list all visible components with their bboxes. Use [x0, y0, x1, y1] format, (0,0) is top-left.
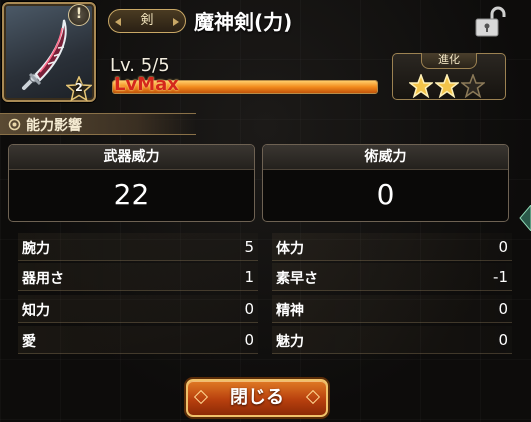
star-filled-icon: [409, 74, 433, 98]
close-button[interactable]: 閉じる: [186, 379, 328, 417]
magic-power-label: 術威力: [263, 145, 508, 170]
stat-value: 5: [244, 238, 254, 256]
stat-name: 魅力: [276, 334, 304, 350]
stat-row: 素早さ -1: [272, 263, 512, 291]
level-text: Lv. 5/5: [110, 55, 170, 76]
stat-name: 腕力: [22, 241, 50, 257]
evolution-stars: [409, 74, 485, 98]
stat-row: 体力 0: [272, 233, 512, 261]
weapon-power-value: 22: [113, 178, 150, 211]
info-icon[interactable]: !: [68, 4, 90, 26]
stat-name: 愛: [22, 334, 36, 350]
weapon-name: 魔神剣(力): [194, 10, 293, 34]
rarity-star-icon: 2: [65, 75, 93, 102]
stat-value: 0: [498, 238, 508, 256]
stat-name: 知力: [22, 303, 50, 319]
rarity-value: 2: [75, 81, 83, 94]
stat-row: 器用さ 1: [18, 263, 258, 291]
stat-name: 体力: [276, 241, 304, 257]
weapon-type-tag: 剣: [108, 9, 186, 33]
evolution-title: 進化: [421, 53, 477, 69]
star-filled-icon: [435, 74, 459, 98]
evolution-panel: 進化: [392, 53, 506, 100]
side-scroll-marker-icon: [519, 205, 531, 231]
stat-row: 魅力 0: [272, 326, 512, 354]
lock-icon[interactable]: [474, 6, 508, 38]
stat-value: 1: [244, 268, 254, 286]
weapon-power-label: 武器威力: [9, 145, 254, 170]
stat-value: 0: [244, 331, 254, 349]
close-button-label: 閉じる: [230, 387, 284, 408]
weapon-power-panel: 武器威力 22: [8, 144, 255, 222]
stat-row: 腕力 5: [18, 233, 258, 261]
level-max-label: LvMax: [114, 74, 179, 95]
stat-row: 精神 0: [272, 295, 512, 323]
stat-name: 素早さ: [276, 271, 318, 287]
magic-power-value: 0: [376, 178, 395, 211]
section-header: 能力影響: [0, 113, 196, 135]
stat-value: -1: [493, 268, 508, 286]
stat-name: 器用さ: [22, 271, 64, 287]
stat-value: 0: [244, 300, 254, 318]
star-empty-icon: [461, 74, 485, 98]
section-title: 能力影響: [26, 118, 82, 134]
ornament-icon: [193, 389, 209, 405]
stat-value: 0: [498, 300, 508, 318]
magic-power-panel: 術威力 0: [262, 144, 509, 222]
stat-name: 精神: [276, 303, 304, 319]
stat-row: 愛 0: [18, 326, 258, 354]
stat-row: 知力 0: [18, 295, 258, 323]
stat-value: 0: [498, 331, 508, 349]
gear-icon: [8, 118, 21, 131]
ornament-icon: [305, 389, 321, 405]
